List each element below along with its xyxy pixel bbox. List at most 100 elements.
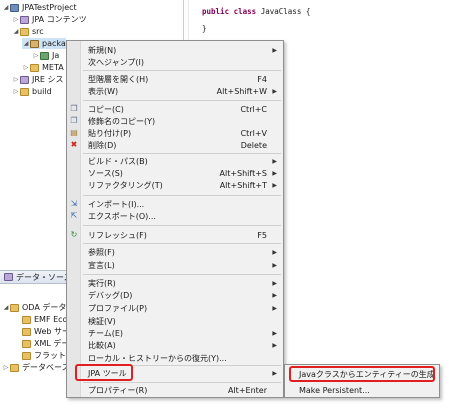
menu-label: 実行(R) [88,278,116,288]
code-line-1: public class JavaClass { [202,7,310,16]
menu-separator [83,153,281,154]
tree-label: JPATestProject [22,3,77,12]
menu-label: 貼り付け(P) [88,128,132,138]
tree-item-project[interactable]: ◢ JPATestProject [2,2,77,13]
menu-item-open-type-hierarchy[interactable]: 型階層を開く(H) F4 [67,73,283,85]
tree-label: packa [42,39,66,48]
submenu-arrow-icon: ▶ [272,261,277,269]
jpa-tools-highlight [75,364,133,381]
collapse-arrow-icon[interactable]: ▷ [12,16,20,23]
menu-separator [83,243,281,244]
menu-item-restore-local-history[interactable]: ローカル・ヒストリーからの復元(Y)... [67,352,283,364]
tree-label: src [32,27,44,36]
expand-arrow-icon[interactable]: ◢ [22,40,30,47]
tree-label: ODA データ [22,303,67,312]
tree-item-meta[interactable]: ▷ META [22,62,64,73]
menu-item-team[interactable]: チーム(E) ▶ [67,327,283,339]
ds-item-flat[interactable]: フラット [14,350,66,361]
submenu-arrow-icon: ▶ [272,169,277,177]
menu-label: リフレッシュ(F) [88,230,147,240]
submenu-arrow-icon: ▶ [272,181,277,189]
ds-item-emf[interactable]: EMF Eco [14,314,67,325]
folder-icon [10,303,19,312]
menu-item-references[interactable]: 参照(F) ▶ [67,246,283,258]
tree-item-build[interactable]: ▷ build [12,86,52,97]
menu-item-build-path[interactable]: ビルド・パス(B) ▶ [67,155,283,167]
menu-item-profile[interactable]: プロファイル(P) ▶ [67,302,283,314]
menu-item-new[interactable]: 新規(N) ▶ [67,44,283,56]
menu-item-make-persistent[interactable]: Make Persistent... [285,384,439,397]
menu-item-compare[interactable]: 比較(A) ▶ [67,339,283,351]
tree-label: META [42,63,64,72]
expand-arrow-icon[interactable]: ◢ [2,4,10,11]
tree-item-jpa-content[interactable]: ▷ JPA コンテンツ [12,14,87,25]
tree-label: EMF Eco [34,315,68,324]
menu-label: インポート(I)... [88,199,145,209]
menu-shortcut: Alt+Enter [227,385,267,395]
menu-item-export[interactable]: ⇱ エクスポート(O)... [67,210,283,222]
export-icon: ⇱ [70,211,78,220]
menu-item-paste[interactable]: ▤ 貼り付け(P) Ctrl+V [67,127,283,139]
expand-arrow-icon[interactable]: ▷ [2,364,10,371]
collapse-arrow-icon[interactable]: ▷ [32,52,40,59]
submenu-arrow-icon: ▶ [272,248,277,256]
tree-label: build [32,87,52,96]
jpa-tools-submenu: Javaクラスからエンティティーの生成 Make Persistent... [284,364,440,398]
menu-label: 検証(V) [88,316,116,326]
tree-label: フラット [34,351,66,360]
menu-item-copy-qualified-name[interactable]: ❐ 修飾名のコピー(Y) [67,115,283,127]
menu-item-refresh[interactable]: ↻ リフレッシュ(F) F5 [67,229,283,241]
folder-icon [30,63,39,72]
menu-separator [83,70,281,71]
folder-icon [22,339,31,348]
expand-arrow-icon[interactable]: ◢ [2,304,10,311]
collapse-arrow-icon[interactable]: ▷ [12,88,20,95]
tree-label: データベース [22,363,70,372]
tree-label: Web サー [34,327,70,336]
submenu-arrow-icon: ▶ [272,341,277,349]
menu-label: ビルド・パス(B) [88,156,148,166]
menu-item-refactor[interactable]: リファクタリング(T) Alt+Shift+T ▶ [67,179,283,191]
menu-label: ソース(S) [88,168,123,178]
menu-item-declarations[interactable]: 宣言(L) ▶ [67,259,283,271]
tree-label: JPA コンテンツ [32,15,87,24]
folder-icon [22,351,31,360]
menu-item-show-in[interactable]: 表示(W) Alt+Shift+W ▶ [67,85,283,97]
collapse-arrow-icon[interactable]: ▷ [12,76,20,83]
tree-item-package[interactable]: ◢ packa [22,38,66,49]
collapse-arrow-icon[interactable]: ▷ [22,64,30,71]
ds-item-web[interactable]: Web サー [14,326,70,337]
ds-item-xml[interactable]: XML デー [14,338,69,349]
menu-separator [83,274,281,275]
menu-item-properties[interactable]: プロパティー(R) Alt+Enter [67,384,283,396]
code-line-2: } [202,24,207,33]
menu-item-go-into[interactable]: 次へジャンプ(I) [67,56,283,68]
menu-label: プロパティー(R) [88,385,148,395]
menu-separator [83,225,281,226]
tree-item-src[interactable]: ◢ src [12,26,44,37]
tree-label: Ja [52,51,60,60]
menu-separator [83,382,281,383]
code-class-name: JavaClass { [260,7,311,16]
menu-item-delete[interactable]: ✖ 削除(D) Delete [67,139,283,151]
expand-arrow-icon[interactable]: ◢ [12,28,20,35]
submenu-arrow-icon: ▶ [272,87,277,95]
ds-item-oda[interactable]: ◢ ODA データ [2,302,67,313]
code-keyword: public class [202,7,257,16]
submenu-arrow-icon: ▶ [272,46,277,54]
ds-item-database[interactable]: ▷ データベース [2,362,70,373]
menu-item-run[interactable]: 実行(R) ▶ [67,277,283,289]
project-icon [10,3,19,12]
folder-icon [22,327,31,336]
menu-item-debug[interactable]: デバッグ(D) ▶ [67,289,283,301]
menu-shortcut: Alt+Shift+W [216,86,267,96]
menu-shortcut: Ctrl+C [240,104,267,114]
menu-item-import[interactable]: ⇲ インポート(I)... [67,198,283,210]
menu-item-source[interactable]: ソース(S) Alt+Shift+S ▶ [67,167,283,179]
tree-item-java-file[interactable]: ▷ Ja [32,50,60,61]
menu-item-validate[interactable]: 検証(V) [67,315,283,327]
tree-item-jre[interactable]: ▷ JRE シス [12,74,64,85]
menu-item-copy[interactable]: ❐ コピー(C) Ctrl+C [67,103,283,115]
menu-label: 新規(N) [88,45,117,55]
delete-icon: ✖ [70,140,78,149]
